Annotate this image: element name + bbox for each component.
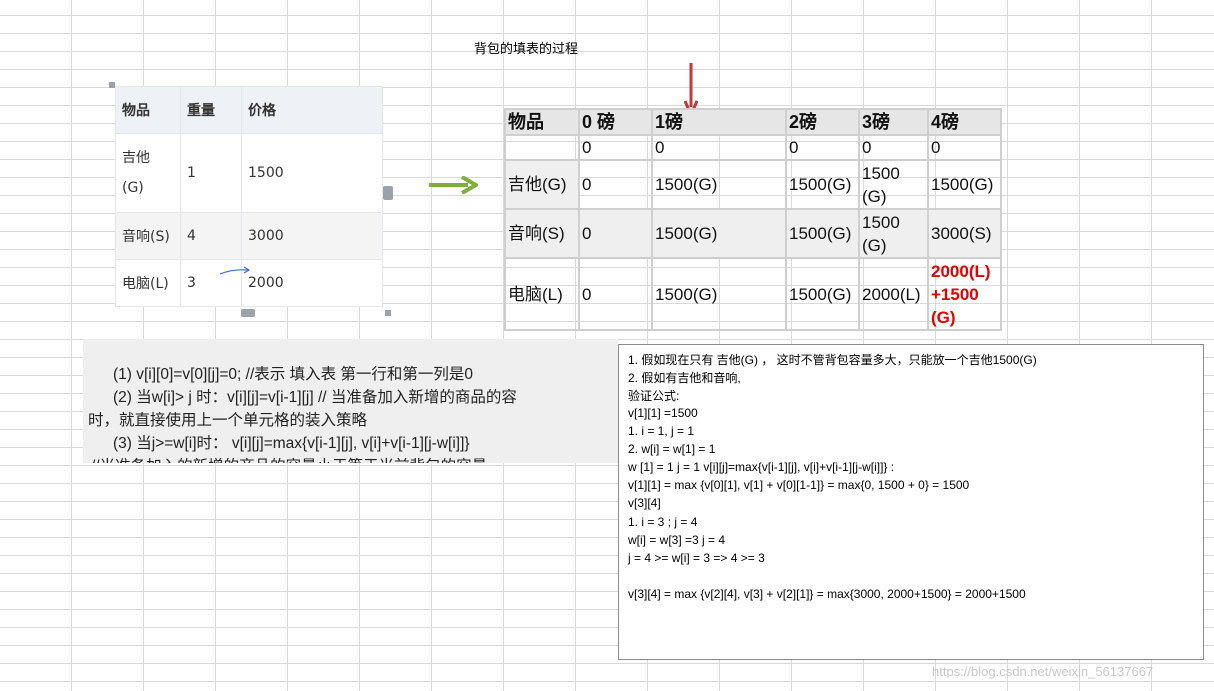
cell: 3000(S) (927, 208, 1002, 259)
header-weight: 重量 (180, 86, 242, 134)
item-price: 1500 (241, 133, 383, 213)
item-weight: 4 (180, 212, 242, 260)
note-line: v[1][1] = max {v[0][1], v[1] + v[0][1-1]… (628, 478, 970, 492)
resize-handle-corner[interactable] (385, 310, 391, 316)
blue-arrow-icon (219, 266, 251, 275)
header-1lb: 1磅 (651, 108, 787, 136)
notes-textbox[interactable]: 1. 假如现在只有 吉他(G) ， 这时不管背包容量多大，只能放一个吉他1500… (618, 344, 1204, 660)
green-arrow-icon (429, 176, 478, 194)
cell: 0 (578, 159, 653, 210)
cell: 0 (578, 208, 653, 259)
note-line: 2. w[i] = w[1] = 1 (628, 442, 716, 456)
note-line: v[3][4] (628, 496, 661, 510)
cell-highlight: 2000(L)+1500(G) (927, 257, 1002, 331)
note-line: 1. i = 1, j = 1 (628, 424, 695, 438)
item-name: 电脑(L) (115, 259, 181, 307)
cell: 1500(G) (785, 159, 860, 210)
note-line: 2. 假如有吉他和音响, (628, 371, 741, 385)
header-item: 物品 (504, 108, 580, 136)
watermark: https://blog.csdn.net/weixin_56137667 (932, 664, 1154, 679)
cell: 0 (651, 134, 787, 161)
item-name: 音响(S) (115, 212, 181, 260)
row-label: 音响(S) (504, 208, 580, 259)
cell: 0 (927, 134, 1002, 161)
row-label: 电脑(L) (504, 257, 580, 331)
header-item: 物品 (115, 86, 181, 134)
formula-block: (1) v[i][0]=v[0][j]=0; //表示 填入表 第一行和第一列是… (83, 339, 618, 463)
note-line: v[1][1] =1500 (628, 406, 698, 420)
cell: 1500(G) (651, 257, 787, 331)
page-title: 背包的填表的过程 (474, 42, 579, 57)
note-line: w [1] = 1 j = 1 v[i][j]=max{v[i-1][j], v… (628, 460, 895, 474)
formula-line: 时，就直接使用上一个单元格的装入策略 (88, 412, 368, 429)
formula-line: (2) 当w[i]> j 时：v[i][j]=v[i-1][j] // 当准备加… (113, 389, 517, 406)
header-3lb: 3磅 (858, 108, 929, 136)
note-line: 验证公式: (628, 389, 680, 403)
cell: 0 (578, 134, 653, 161)
formula-line: (3) 当j>=w[i]时： v[i][j]=max{v[i-1][j], v[… (113, 435, 470, 452)
header-0lb: 0 磅 (578, 108, 653, 136)
header-2lb: 2磅 (785, 108, 860, 136)
cell: 1500(G) (651, 208, 787, 259)
cell: 2000(L) (858, 257, 929, 331)
header-price: 价格 (241, 86, 383, 134)
item-name: 吉他(G) (115, 133, 181, 213)
note-line: j = 4 >= w[i] = 3 => 4 >= 3 (628, 551, 765, 565)
knapsack-table: 物品 0 磅 1磅 2磅 3磅 4磅 0 0 0 0 0 吉他(G) 0 150… (504, 108, 1002, 331)
note-line: 1. i = 3 ; j = 4 (628, 515, 698, 529)
cell: 0 (578, 257, 653, 331)
note-line: w[i] = w[3] =3 j = 4 (628, 533, 726, 547)
cell: 1500(G) (858, 159, 929, 210)
cell: 1500(G) (785, 257, 860, 331)
note-line: v[3][4] = max {v[2][4], v[3] + v[2][1]} … (628, 587, 1026, 601)
header-4lb: 4磅 (927, 108, 1002, 136)
add-row-handle[interactable] (241, 309, 255, 317)
item-price: 3000 (241, 212, 383, 260)
formula-line: (1) v[i][0]=v[0][j]=0; //表示 填入表 第一行和第一列是… (113, 366, 474, 383)
cell: 1500(G) (785, 208, 860, 259)
cell: 1500(G) (858, 208, 929, 259)
cell: 0 (785, 134, 860, 161)
note-line: 1. 假如现在只有 吉他(G) ， 这时不管背包容量多大，只能放一个吉他1500… (628, 353, 1037, 367)
cell: 0 (858, 134, 929, 161)
row-label: 吉他(G) (504, 159, 580, 210)
formula-line: //当准备加入的新增的商品的容量小于等于当前背包的容量 (83, 455, 618, 463)
add-column-handle[interactable] (383, 186, 393, 200)
row-label (504, 134, 580, 161)
item-weight: 1 (180, 133, 242, 213)
item-price: 2000 (241, 259, 383, 307)
cell: 1500(G) (651, 159, 787, 210)
cell: 1500(G) (927, 159, 1002, 210)
